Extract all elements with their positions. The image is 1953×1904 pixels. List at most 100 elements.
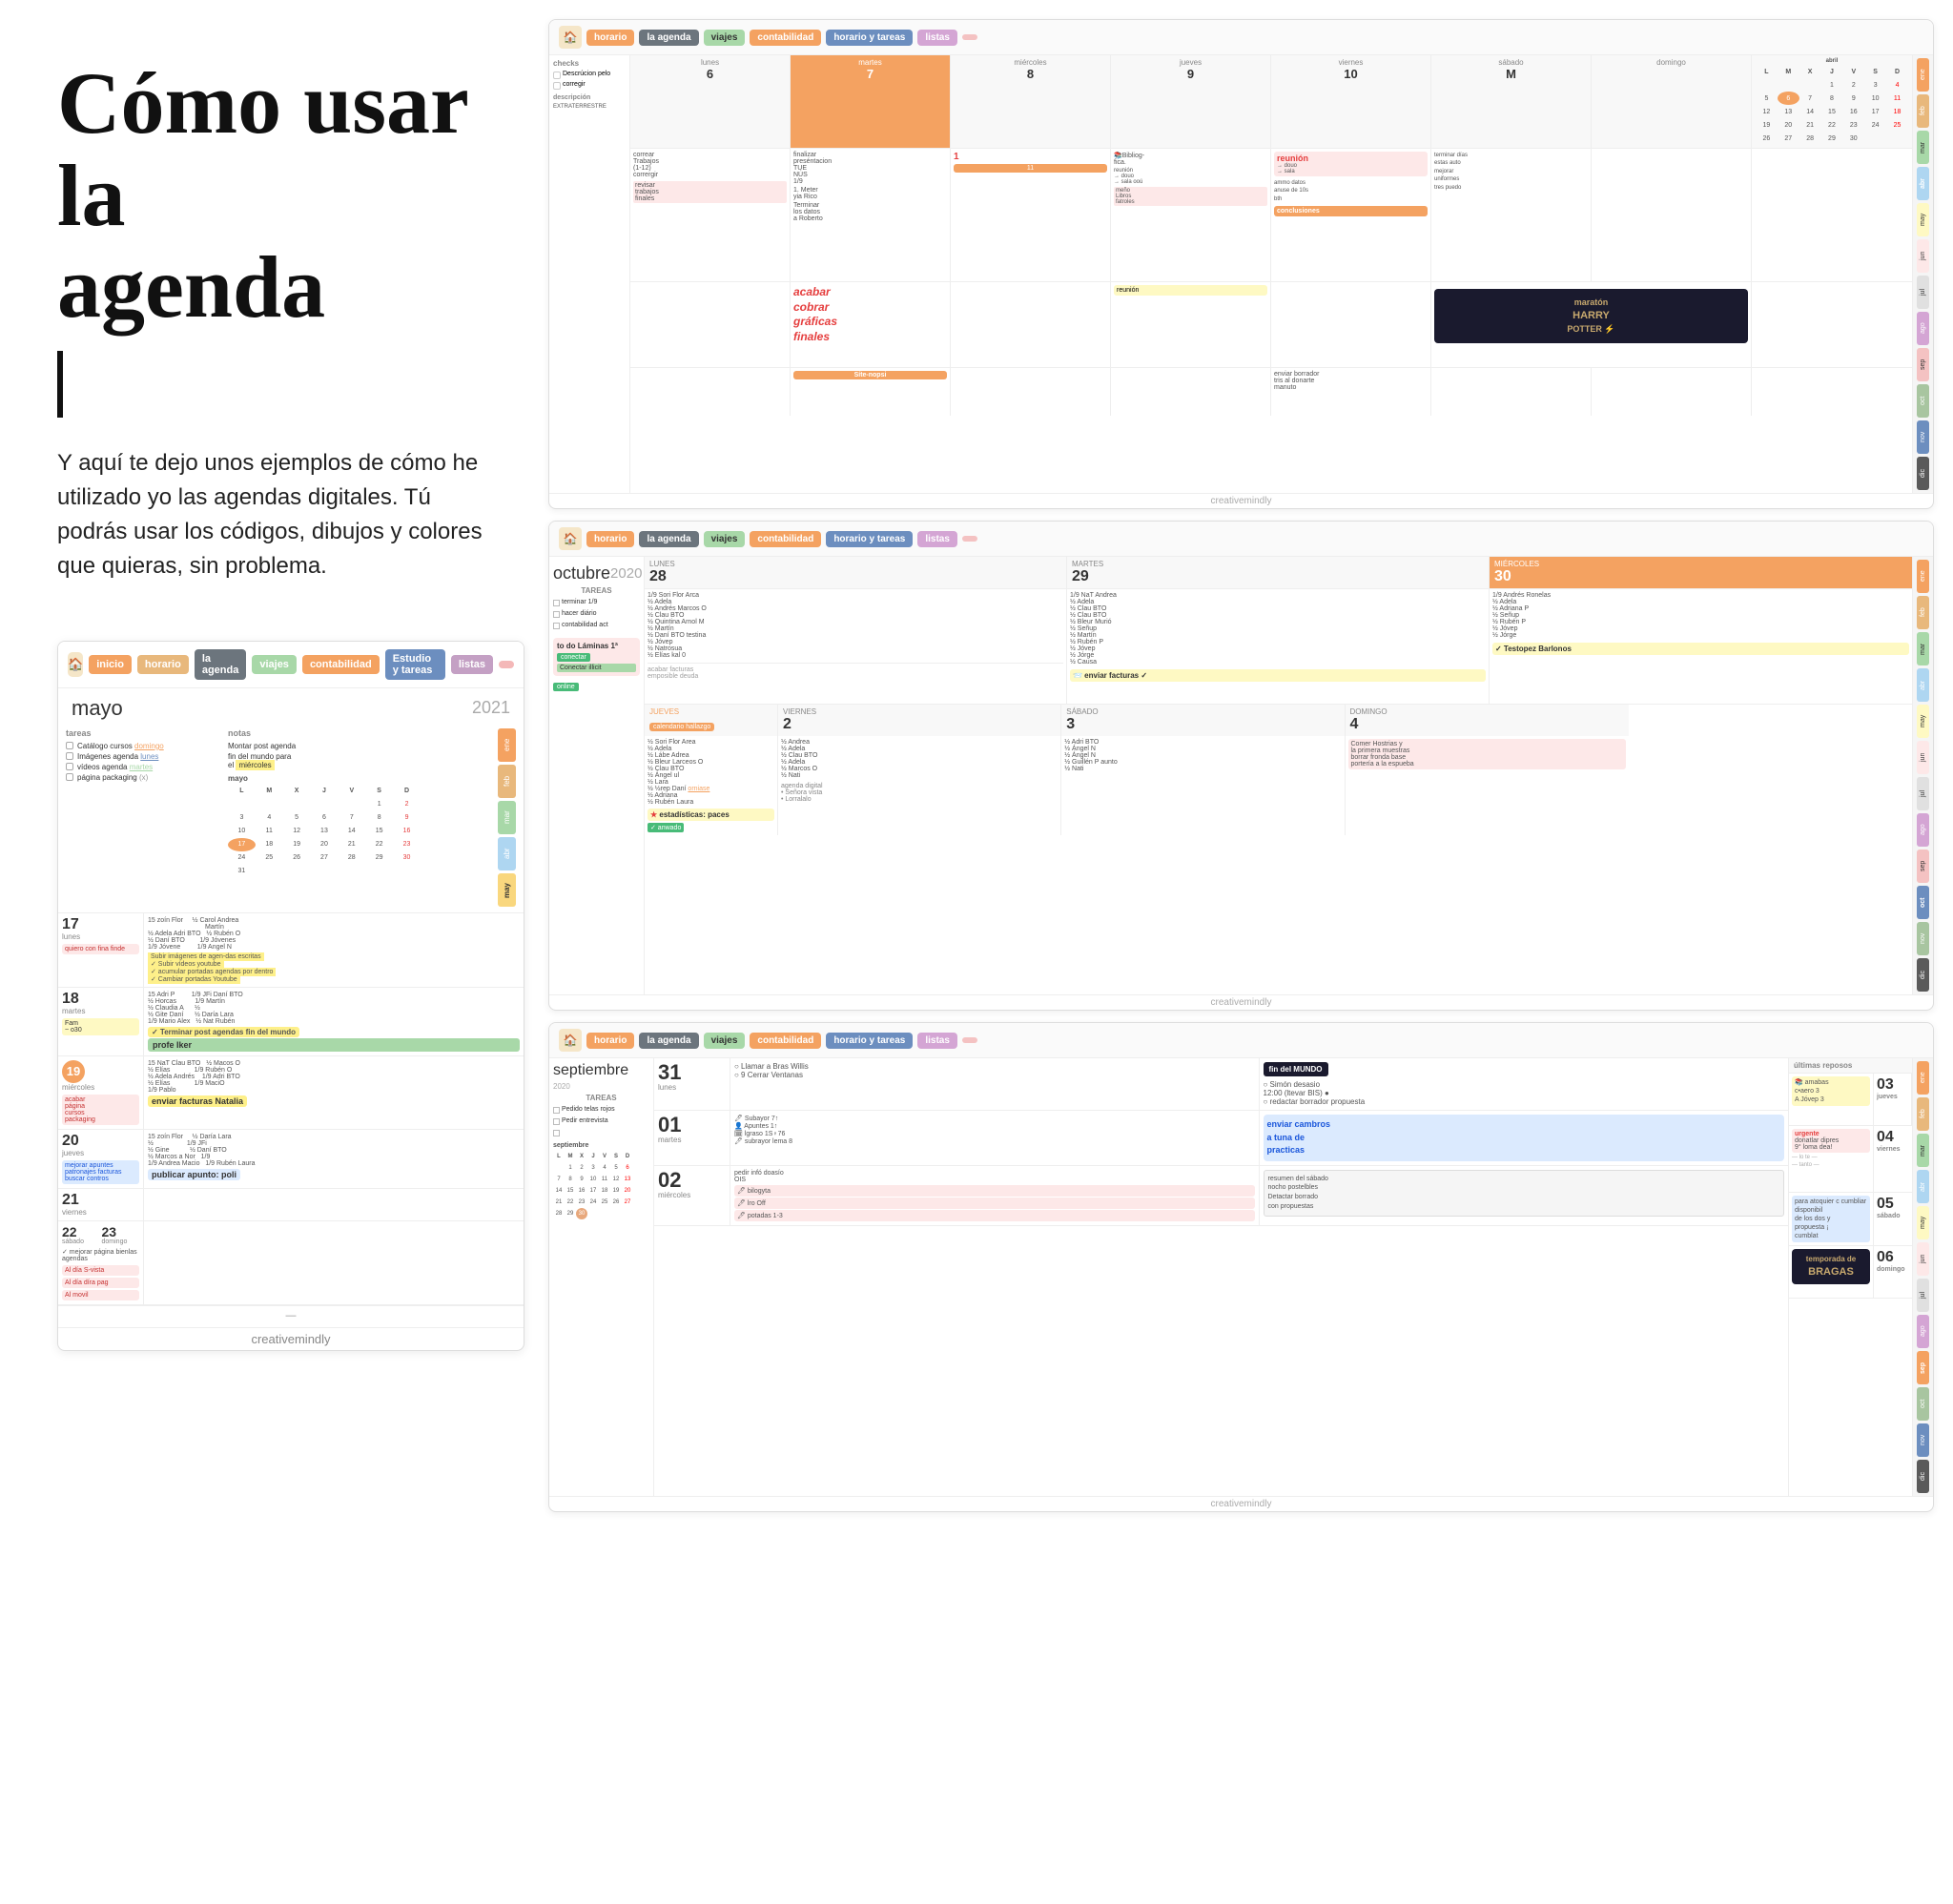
card3-tab-extra[interactable] bbox=[962, 1037, 977, 1043]
card3-tab-listas[interactable]: listas bbox=[917, 1033, 957, 1049]
tab-estudio[interactable]: Estudio y tareas bbox=[385, 649, 445, 680]
c3s-ene[interactable]: ene bbox=[1917, 1061, 1929, 1095]
cell-lunes: correar Trabajos (1-12) corrergir revisa… bbox=[630, 149, 791, 282]
card3-day02: 02 miércoles pedir infó doasío OIS 🖊 bil… bbox=[654, 1166, 1788, 1226]
nav-home-icon[interactable]: 🏠 bbox=[68, 652, 83, 677]
c3s-nov[interactable]: nov bbox=[1917, 1423, 1929, 1457]
card2-body: octubre 2020 TAREAS terminar 1/9 hacer d… bbox=[549, 557, 1933, 994]
card3-d02-info: 02 miércoles bbox=[654, 1166, 730, 1225]
card2-tab-extra[interactable] bbox=[962, 536, 977, 542]
c2s-nov[interactable]: nov bbox=[1917, 922, 1929, 955]
card2-home-icon[interactable]: 🏠 bbox=[559, 527, 582, 550]
card2-tab-estudio[interactable]: horario y tareas bbox=[826, 531, 913, 547]
card1-tab-conta[interactable]: contabilidad bbox=[750, 30, 821, 46]
card2-tab-horario[interactable]: horario bbox=[586, 531, 634, 547]
card3-d06-content: temporada deBRAGAS bbox=[1789, 1246, 1874, 1298]
c2s-ago[interactable]: ago bbox=[1917, 813, 1929, 847]
card1-tab-listas[interactable]: listas bbox=[917, 30, 957, 46]
c2s-jun[interactable]: jun bbox=[1917, 741, 1929, 774]
sidebar-ago[interactable]: ago bbox=[1917, 312, 1929, 345]
day-21: 21 viernes bbox=[58, 1189, 144, 1221]
sidebar-mar[interactable]: mar bbox=[1917, 131, 1929, 164]
side-mar[interactable]: mar bbox=[498, 801, 516, 834]
sidebar-jun[interactable]: jun bbox=[1917, 239, 1929, 273]
left-panel: Cómo usar la agenda Y aquí te dejo unos … bbox=[0, 0, 534, 1904]
card2-tab-conta[interactable]: contabilidad bbox=[750, 531, 821, 547]
c3s-abr[interactable]: abr bbox=[1917, 1170, 1929, 1203]
sidebar-nov[interactable]: nov bbox=[1917, 420, 1929, 454]
c2s-mar[interactable]: mar bbox=[1917, 632, 1929, 665]
c3s-jun[interactable]: jun bbox=[1917, 1242, 1929, 1276]
tab-la-agenda[interactable]: la agenda bbox=[195, 649, 247, 680]
c2s-ene[interactable]: ene bbox=[1917, 560, 1929, 593]
tab-extra[interactable] bbox=[499, 661, 514, 668]
side-ene[interactable]: ene bbox=[498, 728, 516, 762]
card1-tab-extra[interactable] bbox=[962, 34, 977, 40]
card1-week-grid: lunes 6 martes 7 miércoles 8 jueves 9 bbox=[630, 55, 1912, 493]
card1-tab-horario[interactable]: horario bbox=[586, 30, 634, 46]
card3-tarea-2: Pedir entrevista bbox=[553, 1116, 649, 1126]
side-tabs-mini: ene feb mar abr may bbox=[421, 728, 516, 907]
card1-tab-estudio[interactable]: horario y tareas bbox=[826, 30, 913, 46]
tab-viajes[interactable]: viajes bbox=[252, 655, 297, 674]
cell2-sabado-hp: maratónHARRYPOTTER ⚡ bbox=[1431, 282, 1752, 368]
c3s-jul[interactable]: jul bbox=[1917, 1279, 1929, 1312]
descripcion-label: descripción bbox=[553, 94, 626, 101]
card3-body: septiembre 2020 TAREAS Pedido telas rojo… bbox=[549, 1058, 1933, 1496]
day19-tag: acabarpáginacursospackaging bbox=[62, 1095, 139, 1125]
c3s-may[interactable]: may bbox=[1917, 1206, 1929, 1239]
c3s-sep[interactable]: sep bbox=[1917, 1351, 1929, 1384]
c3s-dic[interactable]: dic bbox=[1917, 1460, 1929, 1493]
side-feb[interactable]: feb bbox=[498, 765, 516, 798]
year: 2021 bbox=[472, 698, 510, 718]
c2s-dic[interactable]: dic bbox=[1917, 958, 1929, 992]
sidebar-oct[interactable]: oct bbox=[1917, 384, 1929, 418]
sidebar-feb[interactable]: feb bbox=[1917, 94, 1929, 128]
tab-listas[interactable]: listas bbox=[451, 655, 493, 674]
c2s-feb[interactable]: feb bbox=[1917, 596, 1929, 629]
card3-tab-viajes[interactable]: viajes bbox=[704, 1033, 746, 1049]
tab-horario[interactable]: horario bbox=[137, 655, 189, 674]
todo-section: to do Láminas 1ª conectar Conectar illic… bbox=[553, 638, 640, 676]
card3-d05-num: 05 sábado bbox=[1874, 1193, 1912, 1245]
card2-tab-viajes[interactable]: viajes bbox=[704, 531, 746, 547]
sidebar-ene[interactable]: ene bbox=[1917, 58, 1929, 92]
card3-tab-estudio[interactable]: horario y tareas bbox=[826, 1033, 913, 1049]
side-abr[interactable]: abr bbox=[498, 837, 516, 870]
card1-home-icon[interactable]: 🏠 bbox=[559, 26, 582, 49]
sidebar-jul[interactable]: jul bbox=[1917, 276, 1929, 309]
c3s-ago[interactable]: ago bbox=[1917, 1315, 1929, 1348]
card3-tab-agenda[interactable]: la agenda bbox=[639, 1033, 698, 1049]
c3s-feb[interactable]: feb bbox=[1917, 1097, 1929, 1131]
c2s-sep[interactable]: sep bbox=[1917, 850, 1929, 883]
sidebar-abr[interactable]: abr bbox=[1917, 167, 1929, 200]
card2-tab-agenda[interactable]: la agenda bbox=[639, 531, 698, 547]
card1-tab-agenda[interactable]: la agenda bbox=[639, 30, 698, 46]
c2s-abr[interactable]: abr bbox=[1917, 668, 1929, 702]
card3-home-icon[interactable]: 🏠 bbox=[559, 1029, 582, 1052]
day-20: 20 jueves mejorar apuntes patronajes fac… bbox=[58, 1130, 144, 1189]
tab-inicio[interactable]: inicio bbox=[89, 655, 132, 674]
side-may[interactable]: may bbox=[498, 873, 516, 907]
mini-cal-mayo: mayo LMXJVSD 12 3456789 10111213141516 1… bbox=[228, 774, 421, 878]
card3-nav: 🏠 horario la agenda viajes contabilidad … bbox=[549, 1023, 1933, 1058]
card3-tab-horario[interactable]: horario bbox=[586, 1033, 634, 1049]
c3s-mar[interactable]: mar bbox=[1917, 1134, 1929, 1167]
main-title: Cómo usar la agenda bbox=[57, 57, 486, 334]
card3-tab-conta[interactable]: contabilidad bbox=[750, 1033, 821, 1049]
header-martes: martes 7 bbox=[791, 55, 951, 148]
c2s-jul[interactable]: jul bbox=[1917, 777, 1929, 810]
sidebar-sep[interactable]: sep bbox=[1917, 348, 1929, 381]
c2s-may[interactable]: may bbox=[1917, 705, 1929, 738]
c3s-oct[interactable]: oct bbox=[1917, 1387, 1929, 1421]
card3-d06-num: 06 domingo bbox=[1874, 1246, 1912, 1298]
notas-label: notas bbox=[228, 728, 421, 738]
sidebar-may[interactable]: may bbox=[1917, 203, 1929, 236]
card2-tab-listas[interactable]: listas bbox=[917, 531, 957, 547]
c2s-oct[interactable]: oct bbox=[1917, 886, 1929, 919]
card1-footer: creativemindly bbox=[549, 493, 1933, 508]
tab-contabilidad[interactable]: contabilidad bbox=[302, 655, 380, 674]
card1-tab-viajes[interactable]: viajes bbox=[704, 30, 746, 46]
sidebar-dic[interactable]: dic bbox=[1917, 457, 1929, 490]
cell-mierc: 1 11 bbox=[951, 149, 1111, 282]
